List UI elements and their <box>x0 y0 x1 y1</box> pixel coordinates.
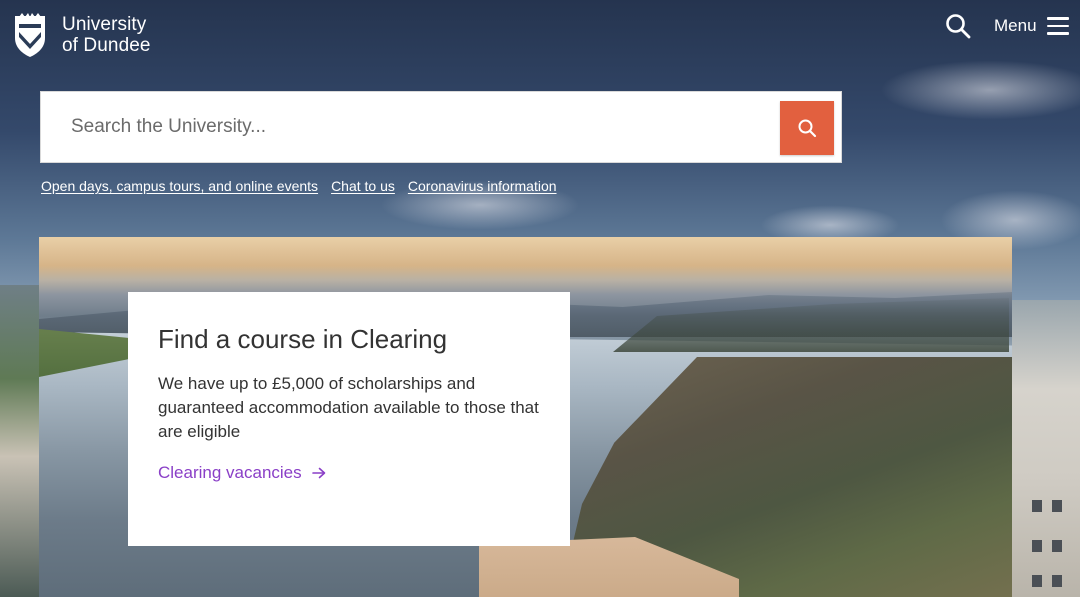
background-building-right <box>1012 300 1080 597</box>
logo-wordmark: University of Dundee <box>62 14 151 56</box>
shield-icon <box>15 13 45 57</box>
building-window <box>1032 540 1042 552</box>
quick-link-chat[interactable]: Chat to us <box>331 178 395 194</box>
building-window <box>1052 500 1062 512</box>
menu-button[interactable]: Menu <box>994 12 1069 40</box>
background-cloud <box>880 60 1080 120</box>
site-header: University of Dundee Menu <box>0 0 1080 60</box>
building-window <box>1052 575 1062 587</box>
clearing-card: Find a course in Clearing We have up to … <box>128 292 570 546</box>
page: University of Dundee Menu Search the Uni… <box>0 0 1080 597</box>
search-input[interactable] <box>41 92 771 162</box>
search-icon <box>798 119 817 138</box>
building-window <box>1032 500 1042 512</box>
logo-line-2: of Dundee <box>62 35 151 56</box>
search-submit-button[interactable] <box>780 101 834 155</box>
header-search-button[interactable] <box>944 12 972 40</box>
search-icon <box>946 14 971 39</box>
site-search <box>40 91 842 163</box>
logo-line-1: University <box>62 14 147 35</box>
quick-link-coronavirus[interactable]: Coronavirus information <box>408 178 557 194</box>
clearing-vacancies-link[interactable]: Clearing vacancies <box>158 463 326 483</box>
building-window <box>1052 540 1062 552</box>
card-link-label: Clearing vacancies <box>158 463 302 482</box>
card-title: Find a course in Clearing <box>158 324 448 354</box>
hamburger-icon <box>1046 17 1069 35</box>
background-scenery-left <box>0 285 40 597</box>
building-window <box>1032 575 1042 587</box>
university-logo[interactable]: University of Dundee <box>13 12 151 58</box>
quick-link-open-days[interactable]: Open days, campus tours, and online even… <box>41 178 318 194</box>
arrow-right-icon <box>311 467 325 479</box>
quick-links: Open days, campus tours, and online even… <box>41 178 557 194</box>
menu-label: Menu <box>994 16 1037 35</box>
card-description: We have up to £5,000 of scholarships and… <box>158 374 539 441</box>
